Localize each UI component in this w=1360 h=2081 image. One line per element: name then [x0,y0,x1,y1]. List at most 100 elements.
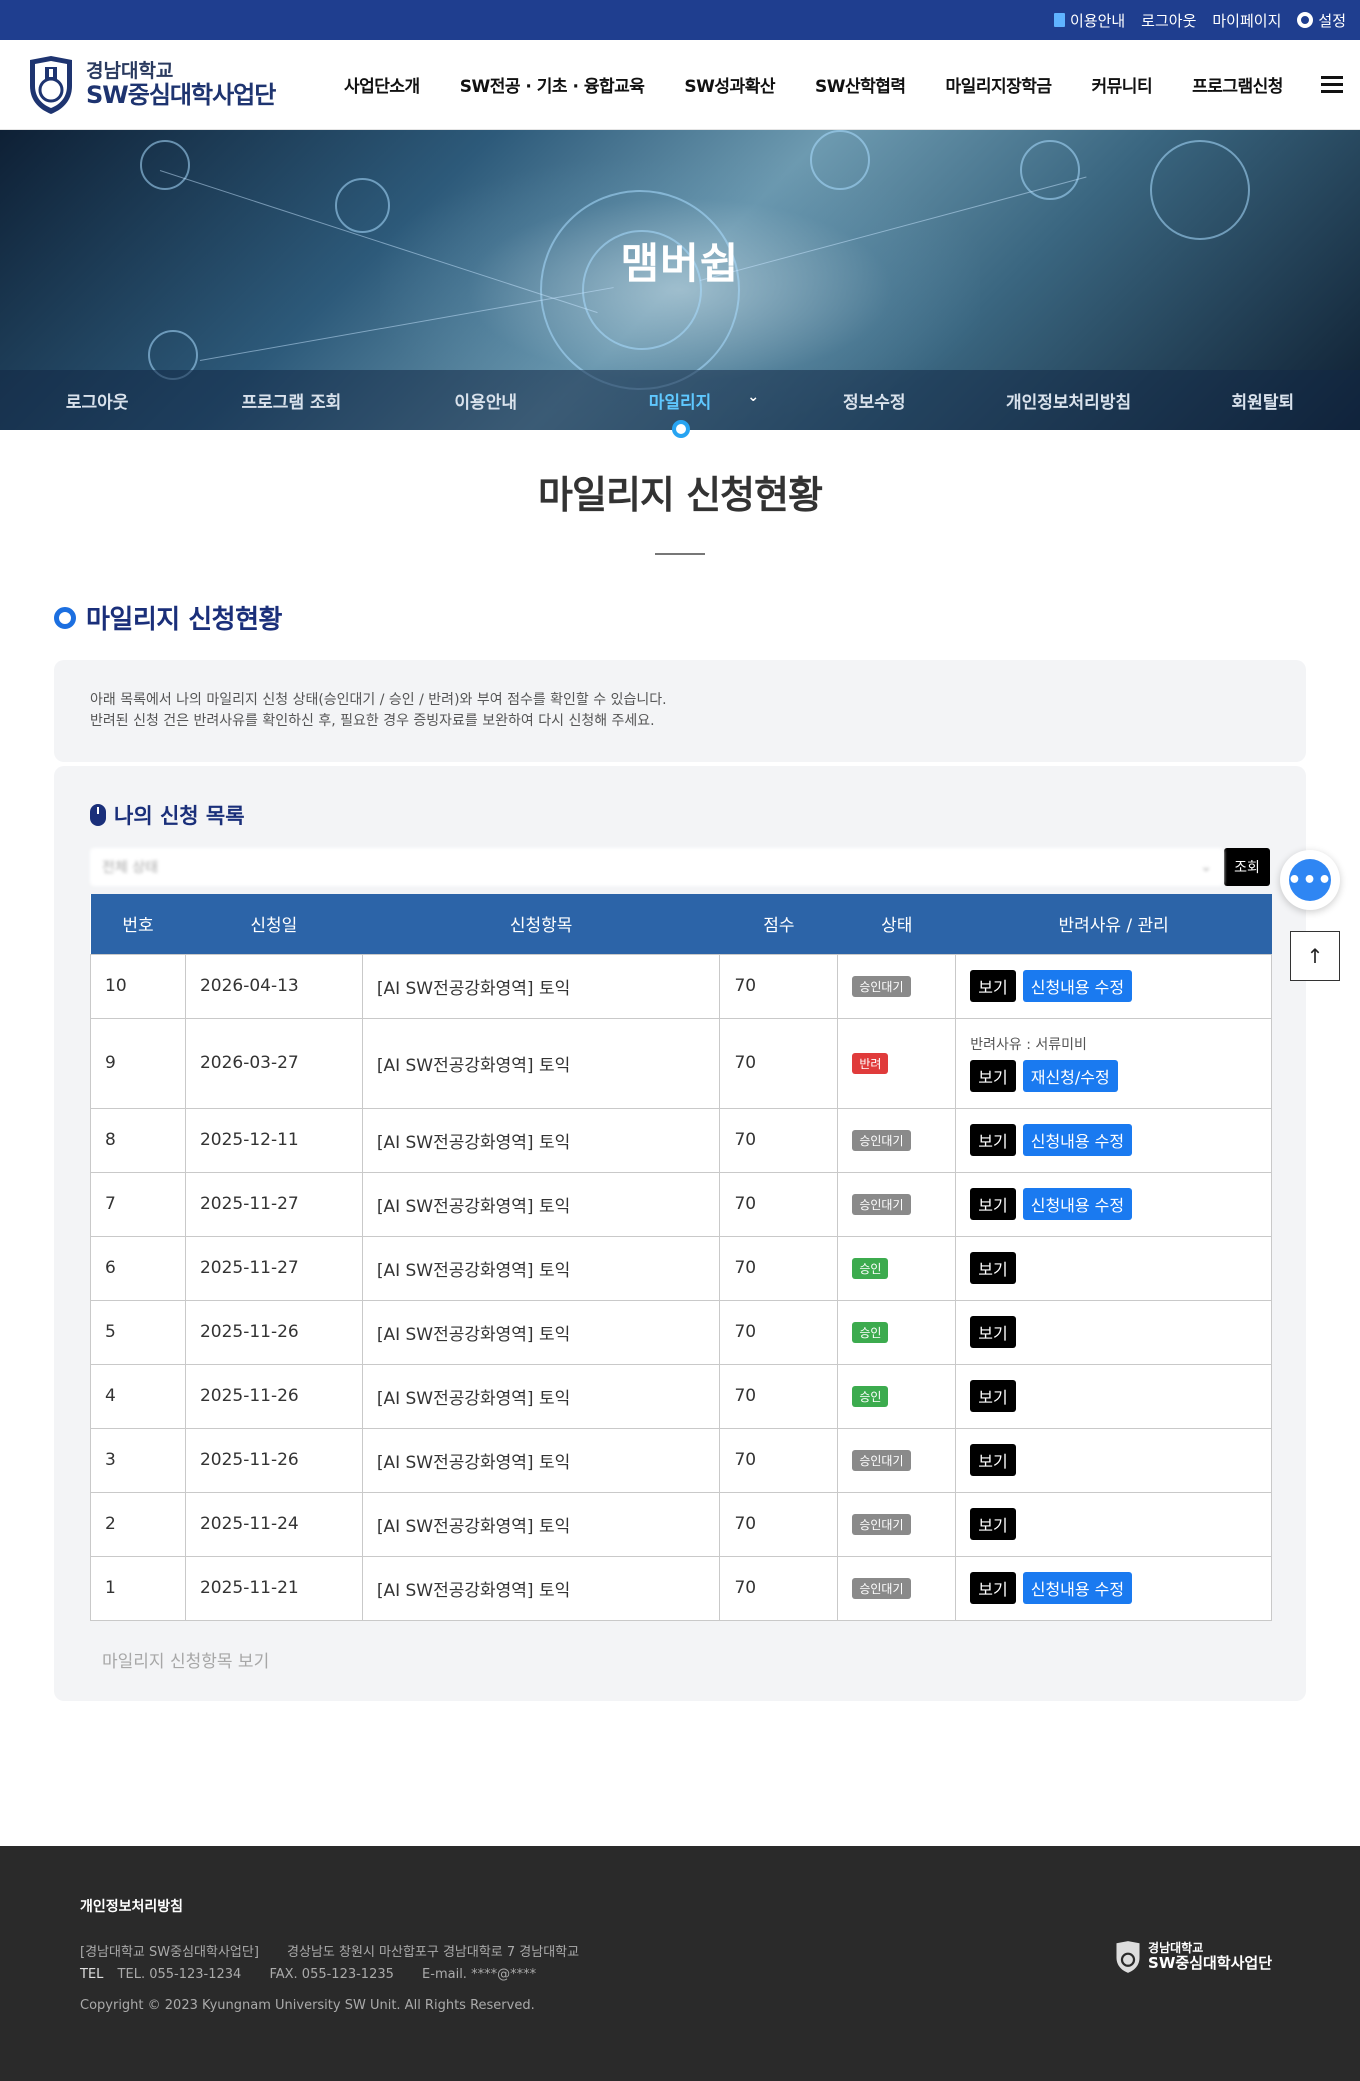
cell-item: [AI SW전공강화영역] 토익 [361,1363,721,1429]
cell-number: 10 [90,953,186,1019]
info-text-line: 반려된 신청 건은 반려사유를 확인하신 후, 필요한 경우 증빙자료를 보완하… [90,713,655,729]
cell-status: 승인대기 [837,1555,957,1621]
banner-title: 맴버쉽 [620,239,740,288]
table-row: 5 2025-11-26 [AI SW전공강화영역] 토익 70 승인 보기 [90,1299,1272,1365]
edit-button[interactable]: 신청내용 수정 [1022,970,1133,1002]
status-badge: 승인대기 [852,1449,911,1471]
cell-status: 승인대기 [837,1427,957,1493]
cell-score: 70 [719,953,839,1019]
arrow-up-icon: ↑ [1306,944,1324,968]
subnav-guide[interactable]: 이용안내 [389,388,583,413]
status-badge: 승인대기 [852,1577,911,1599]
mypage-link[interactable]: 마이페이지 [1212,10,1281,31]
list-heading: 나의 신청 목록 [90,800,1270,830]
cloud-icon [810,130,870,190]
mileage-items-link[interactable]: 마일리지 신청항목 보기 [102,1647,1270,1672]
cell-score: 70 [719,1171,839,1237]
logout-link[interactable]: 로그아웃 [1141,10,1196,31]
footer-logo: 경남대학교 SW중심대학사업단 [1114,1940,1272,1974]
cell-number: 6 [90,1235,186,1301]
column-header: 신청일 [185,894,363,954]
subnav-mileage-label: 마일리지 [648,392,712,413]
table-body: 10 2026-04-13 [AI SW전공강화영역] 토익 70 승인대기 보기 신청내용… [90,953,1272,1621]
column-header: 번호 [90,894,186,954]
cell-status: 승인대기 [837,1171,957,1237]
gnb-community[interactable]: 커뮤니티 [1072,72,1173,97]
footer-privacy-link[interactable]: 개인정보처리방침 [80,1896,1280,1916]
cell-score: 70 [719,1235,839,1301]
guide-link[interactable]: 이용안내 [1053,10,1126,31]
view-button[interactable]: 보기 [970,970,1016,1002]
cell-status: 승인 [837,1363,957,1429]
edit-button[interactable]: 신청내용 수정 [1022,1188,1133,1220]
footer-org: [경남대학교 SW중심대학사업단] [80,1945,259,1960]
view-button[interactable]: 보기 [970,1444,1016,1476]
subnav-edit-info[interactable]: 정보수정 [777,388,971,413]
subnav-program-search[interactable]: 프로그램 조회 [194,388,388,413]
university-emblem-icon [1116,1941,1140,1973]
circle-bullet-icon [54,606,76,629]
view-button[interactable]: 보기 [970,1316,1016,1348]
cell-status: 승인 [837,1235,957,1301]
status-badge: 승인대기 [852,975,911,997]
section-title: 마일리지 신청현황 [86,605,282,635]
cell-number: 7 [90,1171,186,1237]
cell-item: [AI SW전공강화영역] 토익 [361,1235,721,1301]
hamburger-menu-icon[interactable] [1320,76,1343,93]
gnb-mileage-scholarship[interactable]: 마일리지장학금 [926,72,1072,97]
cell-score: 70 [719,1107,839,1173]
cell-number: 5 [90,1299,186,1365]
cell-actions: 보기 [955,1299,1272,1365]
edit-button[interactable]: 신청내용 수정 [1022,1572,1133,1604]
footer-copyright: Copyright © 2023 Kyungnam University SW … [80,1998,535,2013]
subnav-privacy[interactable]: 개인정보처리방침 [971,388,1165,413]
view-button[interactable]: 보기 [970,1508,1016,1540]
chat-bubble-icon: ••• [1287,859,1332,901]
view-button[interactable]: 보기 [970,1188,1016,1220]
chevron-down-icon[interactable]: ⌄ [747,389,759,405]
chat-button[interactable]: ••• [1280,850,1340,910]
view-button[interactable]: 보기 [970,1252,1016,1284]
cell-date: 2026-04-13 [184,953,363,1019]
rejection-reason: 반려사유 : 서류미비 [970,1037,1087,1053]
guide-label: 이용안내 [1069,11,1126,30]
gnb-sw-education[interactable]: SW전공 · 기초 · 융합교육 [440,72,665,97]
gnb-about[interactable]: 사업단소개 [324,72,440,97]
status-filter-select[interactable]: 전체 상태 ⌄ [90,848,1224,886]
subnav-logout[interactable]: 로그아웃 [0,388,194,413]
cell-number: 8 [90,1107,186,1173]
edit-button[interactable]: 재신청/수정 [1022,1060,1118,1092]
gnb-program-apply[interactable]: 프로그램신청 [1172,72,1303,97]
status-badge: 승인대기 [852,1129,911,1151]
view-button[interactable]: 보기 [970,1060,1016,1092]
subnav-mileage[interactable]: 마일리지 ⌄ [583,388,777,413]
gnb-sw-outcomes[interactable]: SW성과확산 [664,72,795,97]
scroll-top-button[interactable]: ↑ [1290,931,1340,981]
edit-button[interactable]: 신청내용 수정 [1022,1124,1133,1156]
cell-item: [AI SW전공강화영역] 토익 [361,953,721,1019]
settings-link[interactable]: 설정 [1297,10,1346,31]
logo-unit-name: SW중심대학사업단 [86,80,276,109]
gnb-industry[interactable]: SW산학협력 [795,72,926,97]
search-button[interactable]: 조회 [1224,848,1270,886]
table-row: 4 2025-11-26 [AI SW전공강화영역] 토익 70 승인 보기 [90,1363,1272,1429]
footer-tel-label: TEL [80,1967,104,1982]
filter-select-value: 전체 상태 [102,860,158,876]
list-title: 나의 신청 목록 [114,804,245,828]
cell-score: 70 [719,1363,839,1429]
cell-score: 70 [719,1427,839,1493]
table-row: 6 2025-11-27 [AI SW전공강화영역] 토익 70 승인 보기 [90,1235,1272,1301]
cell-date: 2025-11-26 [184,1363,363,1429]
footer-tel: TEL. 055-123-1234 [117,1967,242,1982]
cell-score: 70 [719,1299,839,1365]
info-text-line: 아래 목록에서 나의 마일리지 신청 상태(승인대기 / 승인 / 반려)와 부… [90,692,667,708]
section-heading: 마일리지 신청현황 [54,599,1360,636]
device-icon [140,140,190,190]
view-button[interactable]: 보기 [970,1572,1016,1604]
site-logo[interactable]: 경남대학교 SW중심대학사업단 [26,54,296,116]
view-button[interactable]: 보기 [970,1380,1016,1412]
view-button[interactable]: 보기 [970,1124,1016,1156]
application-table: 번호 신청일 신청항목 점수 상태 반려사유 / 관리 10 2026-04-13… [90,894,1272,1621]
subnav-withdraw[interactable]: 회원탈퇴 [1166,388,1360,413]
cell-number: 1 [90,1555,186,1621]
